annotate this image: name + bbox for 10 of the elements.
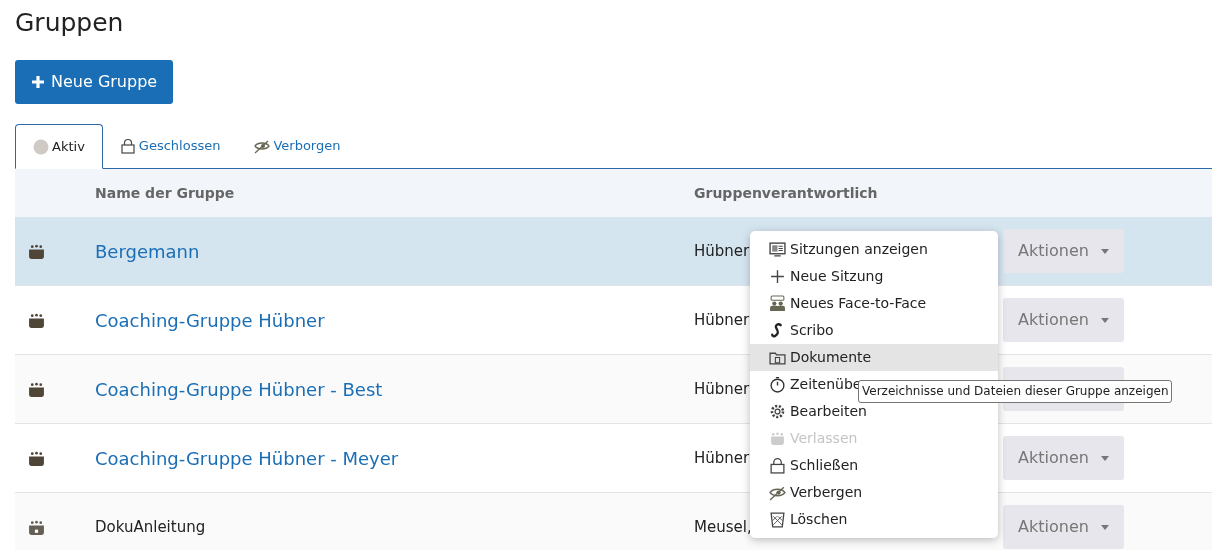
group-name: DokuAnleitung <box>95 518 206 536</box>
responsible-name: Hübner, <box>694 311 754 329</box>
responsible-name: Hübner, <box>694 380 754 398</box>
column-header: Gruppenverantwortlich <box>694 184 878 201</box>
responsible-name: Hübner, <box>694 449 754 467</box>
tooltip: Verzeichnisse und Dateien dieser Gruppe anzeigen <box>858 380 1173 403</box>
column-header: Name der Gruppe <box>95 184 235 201</box>
page-title: Gruppen <box>15 7 124 39</box>
responsible-name: Meusel, <box>694 518 752 536</box>
responsible-name: Hübner, <box>694 242 754 260</box>
